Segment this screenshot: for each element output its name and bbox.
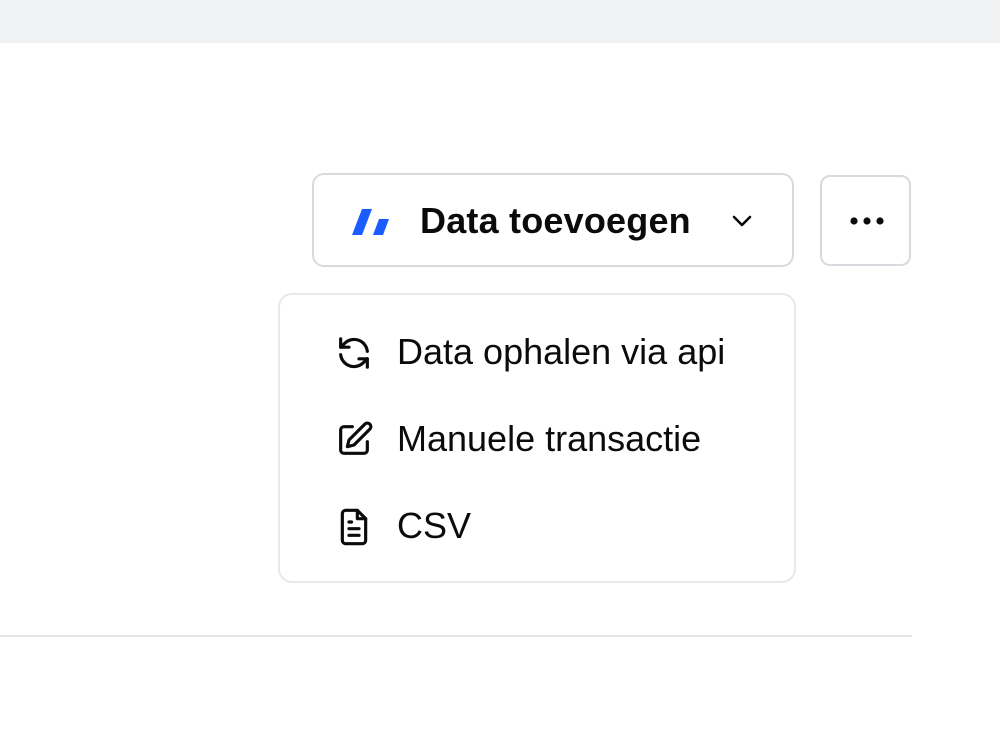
menu-item-manual-transaction[interactable]: Manuele transactie xyxy=(280,400,794,478)
menu-item-csv[interactable]: CSV xyxy=(280,487,794,565)
more-horizontal-icon xyxy=(850,217,884,225)
edit-icon xyxy=(339,421,373,455)
section-divider xyxy=(0,635,912,637)
file-icon xyxy=(340,508,368,546)
window-top-bar xyxy=(970,0,1000,43)
add-data-dropdown-menu: Data ophalen via api Manuele transactie … xyxy=(278,293,796,583)
refresh-icon xyxy=(339,337,369,369)
add-data-label: Data toevoegen xyxy=(420,200,691,241)
chevron-down-icon xyxy=(732,215,752,227)
add-data-button[interactable]: Data toevoegen xyxy=(312,173,794,267)
menu-item-label: Manuele transactie xyxy=(397,418,702,459)
menu-item-label: Data ophalen via api xyxy=(397,331,726,372)
brand-logo-icon xyxy=(352,209,389,235)
more-options-button[interactable] xyxy=(820,175,911,266)
menu-item-api[interactable]: Data ophalen via api xyxy=(280,313,794,391)
menu-item-label: CSV xyxy=(397,505,472,546)
